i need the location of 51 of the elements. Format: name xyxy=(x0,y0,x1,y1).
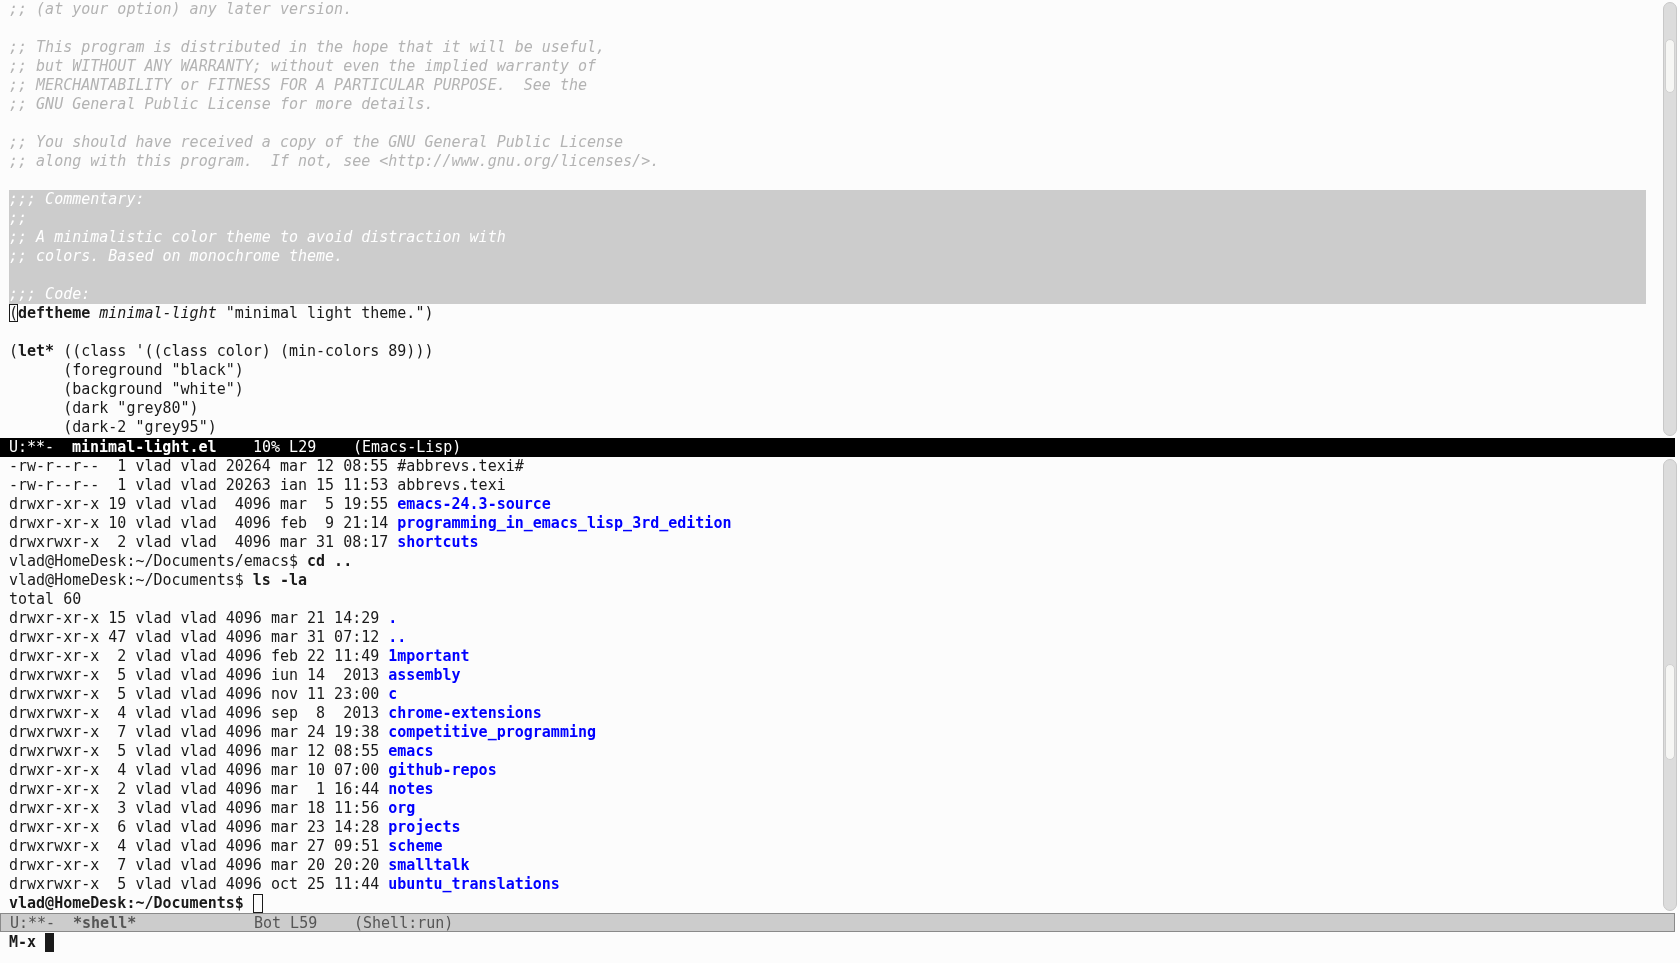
shell-output-line: drwxr-xr-x 19 vlad vlad 4096 mar 5 19:55 emacs-24.3-source xyxy=(9,495,551,513)
buffer-name[interactable]: *shell* xyxy=(73,914,254,931)
buffer-status: U:**- xyxy=(10,914,57,931)
shell-output-line: drwxrwxr-x 2 vlad vlad 4096 mar 31 08:17 shortcuts xyxy=(9,533,479,551)
shell-output-line: drwxrwxr-x 5 vlad vlad 4096 mar 12 08:55 emacs xyxy=(9,742,434,760)
position-indicator: Bot L59 xyxy=(254,914,319,931)
shell-output-line: drwxr-xr-x 15 vlad vlad 4096 mar 21 14:29 . xyxy=(9,609,398,627)
shell-output-line: total 60 xyxy=(9,590,82,608)
shell-output-line: drwxr-xr-x 4 vlad vlad 4096 mar 10 07:00 github-repos xyxy=(9,761,497,779)
major-mode: (Shell:run) xyxy=(354,914,454,931)
position-indicator: 10% L29 xyxy=(253,438,318,457)
editor-line: ;; You should have received a copy of the GNU General Public License xyxy=(9,133,625,152)
shell-output-line: drwxr-xr-x 10 vlad vlad 4096 feb 9 21:14 programming_in_emacs_lisp_3rd_edition xyxy=(9,514,732,532)
editor-line: (background "white") xyxy=(62,380,245,399)
shell-output-line: drwxrwxr-x 5 vlad vlad 4096 iun 14 2013 assembly xyxy=(9,666,461,684)
scrollbar[interactable] xyxy=(1663,2,1677,436)
shell-output-line: -rw-r--r-- 1 vlad vlad 20264 mar 12 08:55 #abbrevs.texi# xyxy=(9,457,524,475)
scrollbar-thumb[interactable] xyxy=(1665,664,1675,760)
shell-output-line: drwxr-xr-x 2 vlad vlad 4096 feb 22 11:49 1mportant xyxy=(9,647,470,665)
minibuffer-prompt: M-x xyxy=(9,933,37,952)
shell-output-line: vlad@HomeDesk:~/Documents$ ls -la xyxy=(9,571,308,589)
editor-line: ;; MERCHANTABILITY or FITNESS FOR A PARTICULAR PURPOSE. See the xyxy=(9,76,588,95)
shell-output-line: drwxrwxr-x 5 vlad vlad 4096 oct 25 11:44 ubuntu_translations xyxy=(9,875,560,893)
shell-output-line: drwxr-xr-x 47 vlad vlad 4096 mar 31 07:12 .. xyxy=(9,628,407,646)
editor-line: ;; This program is distributed in the hope that it will be useful, xyxy=(9,38,607,57)
text-cursor xyxy=(252,894,263,913)
editor-line: ;; (at your option) any later version. xyxy=(9,0,354,19)
shell-output-line: drwxrwxr-x 4 vlad vlad 4096 mar 27 09:51 scheme xyxy=(9,837,443,855)
shell-output-line: -rw-r--r-- 1 vlad vlad 20263 ian 15 11:53 abbrevs.texi xyxy=(9,476,506,494)
shell-output-line: drwxr-xr-x 7 vlad vlad 4096 mar 20 20:20 smalltalk xyxy=(9,856,470,874)
shell-output-line: drwxrwxr-x 4 vlad vlad 4096 sep 8 2013 chrome-extensions xyxy=(9,704,542,722)
shell-output-line: drwxrwxr-x 5 vlad vlad 4096 nov 11 23:00 c xyxy=(9,685,398,703)
editor-line: (dark-2 "grey95") xyxy=(62,418,218,437)
editor-line: (let* ((class '((class color) (min-colors 89))) xyxy=(9,342,435,361)
buffer-status: U:**- xyxy=(9,438,56,457)
scrollbar-thumb[interactable] xyxy=(1665,39,1675,93)
major-mode: (Emacs-Lisp) xyxy=(353,438,462,457)
scrollbar[interactable] xyxy=(1663,459,1677,911)
shell-output-line: vlad@HomeDesk:~/Documents/emacs$ cd .. xyxy=(9,552,353,570)
editor-line: ;; GNU General Public License for more details. xyxy=(9,95,435,114)
buffer-name[interactable]: minimal-light.el xyxy=(72,438,253,457)
editor-line: (foreground "black") xyxy=(62,361,245,380)
text-cursor xyxy=(45,933,55,952)
shell-output-line: drwxrwxr-x 7 vlad vlad 4096 mar 24 19:38 competitive_programming xyxy=(9,723,596,741)
editor-line: ;; along with this program. If not, see <http://www.gnu.org/licenses/>. xyxy=(9,152,661,171)
shell-prompt: vlad@HomeDesk:~/Documents$ xyxy=(9,894,244,913)
shell-output-line: drwxr-xr-x 6 vlad vlad 4096 mar 23 14:28 projects xyxy=(9,818,461,836)
editor-line: ;; but WITHOUT ANY WARRANTY; without even the implied warranty of xyxy=(9,57,597,76)
editor-line: (dark "grey80") xyxy=(62,399,200,418)
shell-output-line: drwxr-xr-x 2 vlad vlad 4096 mar 1 16:44 notes xyxy=(9,780,434,798)
shell-output-line: drwxr-xr-x 3 vlad vlad 4096 mar 18 11:56 org xyxy=(9,799,416,817)
